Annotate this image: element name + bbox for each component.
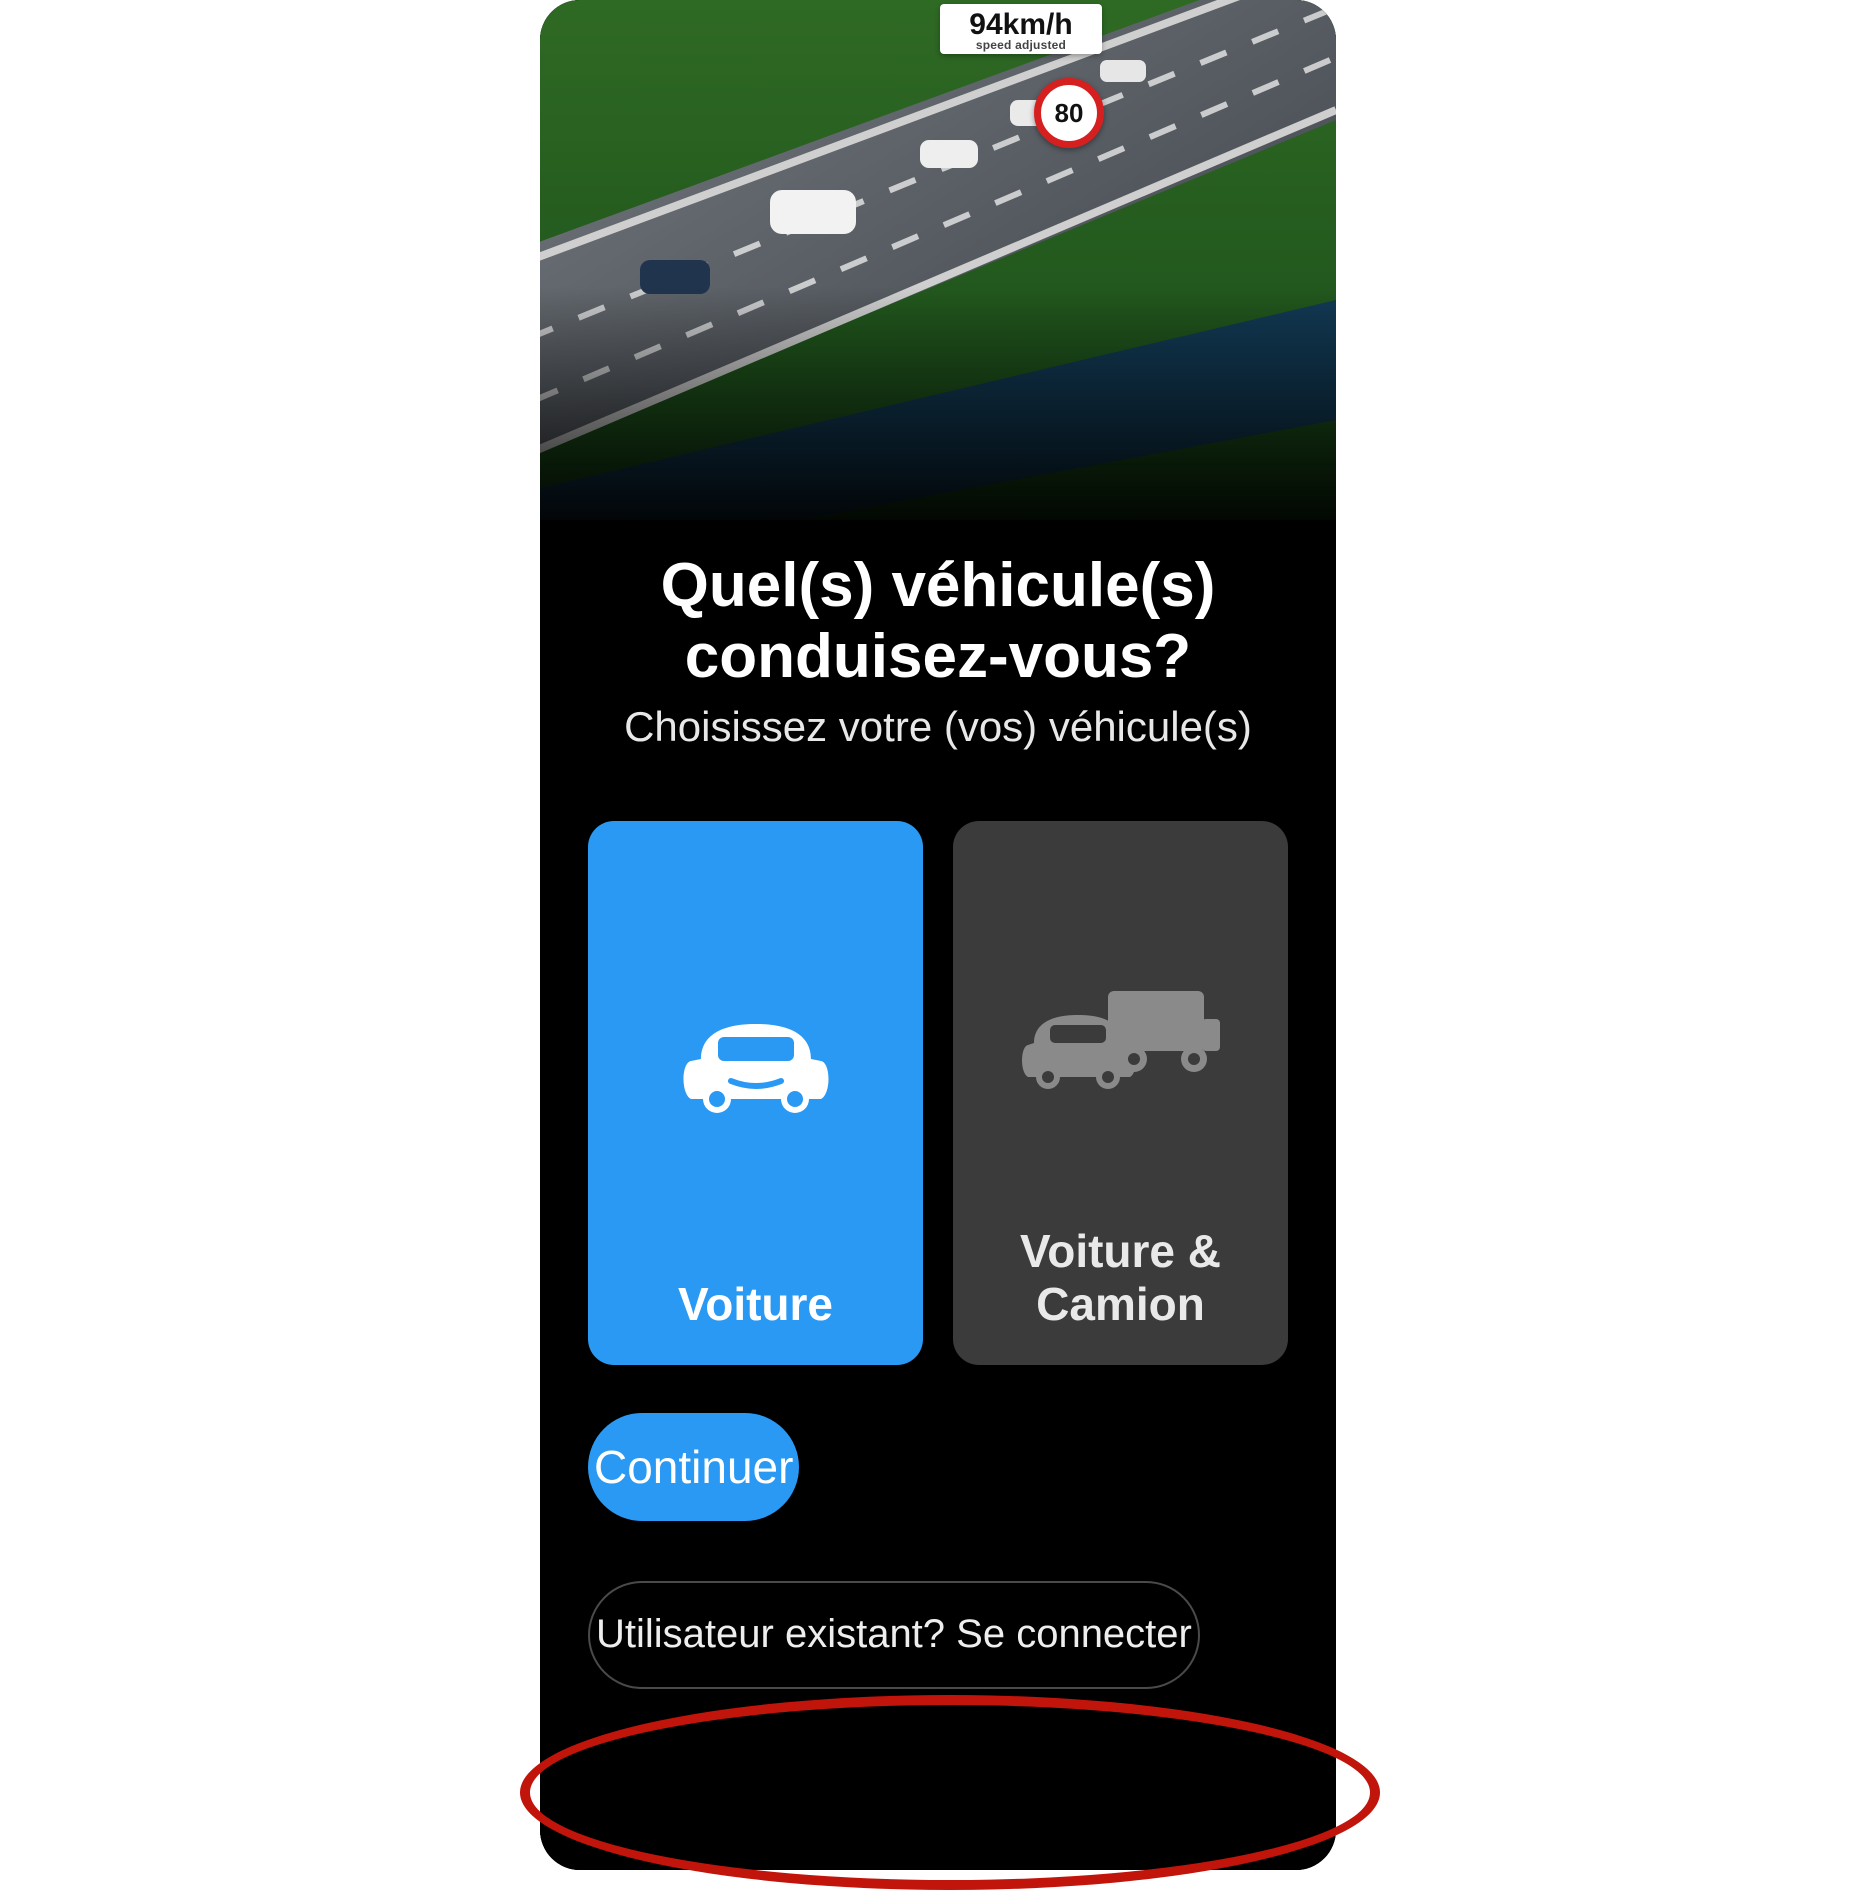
vehicle-card-car-truck[interactable]: Voiture & Camion <box>953 821 1288 1365</box>
speed-limit-value: 80 <box>1055 98 1084 129</box>
hero-image: 94km/h speed adjusted 80 <box>540 0 1336 520</box>
existing-user-signin-label: Utilisateur existant? Se connecter <box>596 1612 1192 1657</box>
existing-user-signin-button[interactable]: Utilisateur existant? Se connecter <box>588 1581 1200 1689</box>
vehicle-card-car-label: Voiture <box>678 1278 833 1331</box>
continue-button-label: Continuer <box>594 1440 793 1494</box>
title-line-2: conduisez-vous? <box>685 622 1191 691</box>
speed-value: 94km/h <box>946 10 1096 40</box>
vehicle-card-row: Voiture <box>588 821 1288 1365</box>
content-panel: Quel(s) véhicule(s) conduisez-vous? Choi… <box>540 520 1336 1870</box>
vehicle-card-car-truck-label: Voiture & Camion <box>973 1225 1268 1331</box>
page-title: Quel(s) véhicule(s) conduisez-vous? <box>580 550 1296 693</box>
app-screen: 94km/h speed adjusted 80 Quel(s) véhicul… <box>540 0 1336 1870</box>
speed-badge: 94km/h speed adjusted <box>940 4 1102 54</box>
page-subtitle: Choisissez votre (vos) véhicule(s) <box>580 703 1296 751</box>
car-and-truck-icon <box>973 851 1268 1225</box>
vehicle-card-car[interactable]: Voiture <box>588 821 923 1365</box>
speed-limit-sign-icon: 80 <box>1034 78 1104 148</box>
title-line-1: Quel(s) véhicule(s) <box>661 551 1216 620</box>
continue-button[interactable]: Continuer <box>588 1413 799 1521</box>
car-icon <box>608 851 903 1278</box>
highway-illustration <box>540 0 1336 520</box>
